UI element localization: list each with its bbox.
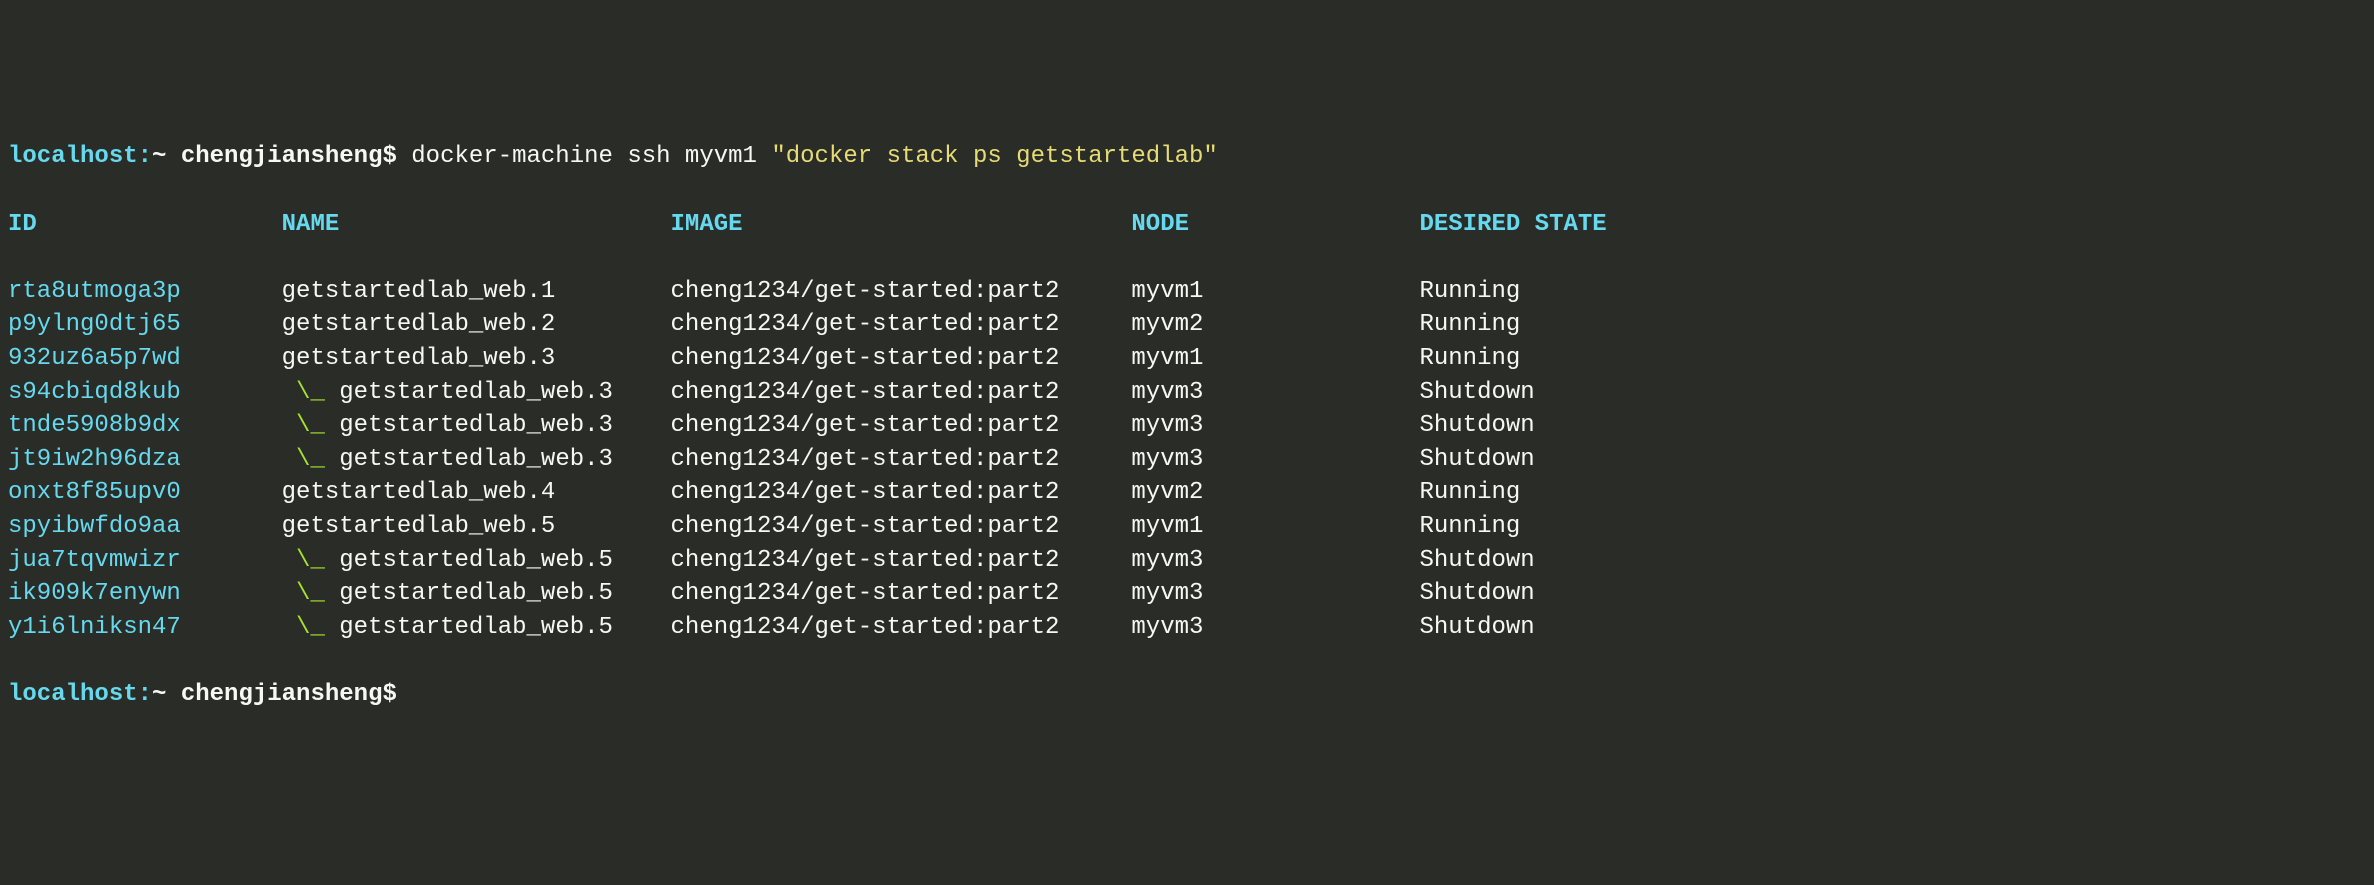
row-desired-state: Shutdown <box>1419 580 1534 607</box>
tree-branch-icon: \_ <box>282 580 325 607</box>
col-name-header: NAME <box>282 211 671 238</box>
row-desired-state: Running <box>1419 345 1520 372</box>
row-node: myvm2 <box>1131 311 1419 338</box>
row-image: cheng1234/get-started:part2 <box>671 278 1132 305</box>
col-node-header: NODE <box>1131 211 1419 238</box>
row-desired-state: Running <box>1419 513 1520 540</box>
row-desired-state: Running <box>1419 278 1520 305</box>
row-name: \_ getstartedlab_web.3 <box>282 412 671 439</box>
row-image: cheng1234/get-started:part2 <box>671 311 1132 338</box>
row-name: \_ getstartedlab_web.3 <box>282 446 671 473</box>
table-row: y1i6lniksn47 \_ getstartedlab_web.5 chen… <box>8 611 2366 645</box>
prompt-quoted: "docker stack ps getstartedlab" <box>771 143 1217 170</box>
row-id: y1i6lniksn47 <box>8 614 282 641</box>
col-image-header: IMAGE <box>671 211 1132 238</box>
table-row: onxt8f85upv0 getstartedlab_web.4 cheng12… <box>8 476 2366 510</box>
row-image: cheng1234/get-started:part2 <box>671 479 1132 506</box>
table-row: spyibwfdo9aa getstartedlab_web.5 cheng12… <box>8 510 2366 544</box>
tree-branch-icon: \_ <box>282 547 325 574</box>
prompt-line-1[interactable]: localhost:~ chengjiansheng$ docker-machi… <box>8 140 2366 174</box>
row-id: p9ylng0dtj65 <box>8 311 282 338</box>
row-name: getstartedlab_web.2 <box>282 311 671 338</box>
row-image: cheng1234/get-started:part2 <box>671 513 1132 540</box>
row-id: rta8utmoga3p <box>8 278 282 305</box>
row-node: myvm1 <box>1131 345 1419 372</box>
prompt-user: chengjiansheng$ <box>166 143 411 170</box>
table-row: jua7tqvmwizr \_ getstartedlab_web.5 chen… <box>8 544 2366 578</box>
row-name: getstartedlab_web.5 <box>282 513 671 540</box>
row-name: getstartedlab_web.4 <box>282 479 671 506</box>
row-desired-state: Running <box>1419 311 1520 338</box>
tree-branch-icon: \_ <box>282 379 325 406</box>
row-name: \_ getstartedlab_web.5 <box>282 580 671 607</box>
row-desired-state: Shutdown <box>1419 446 1534 473</box>
row-node: myvm2 <box>1131 479 1419 506</box>
prompt-host: localhost: <box>8 681 152 708</box>
row-name: \_ getstartedlab_web.5 <box>282 547 671 574</box>
row-desired-state: Shutdown <box>1419 547 1534 574</box>
row-id: onxt8f85upv0 <box>8 479 282 506</box>
row-desired-state: Shutdown <box>1419 379 1534 406</box>
table-row: ik909k7enywn \_ getstartedlab_web.5 chen… <box>8 577 2366 611</box>
row-image: cheng1234/get-started:part2 <box>671 345 1132 372</box>
row-desired-state: Shutdown <box>1419 412 1534 439</box>
table-row: tnde5908b9dx \_ getstartedlab_web.3 chen… <box>8 409 2366 443</box>
row-node: myvm3 <box>1131 614 1419 641</box>
tree-branch-icon: \_ <box>282 614 325 641</box>
tree-branch-icon: \_ <box>282 412 325 439</box>
col-desired-header: DESIRED STATE <box>1419 211 1606 238</box>
prompt-tilde: ~ <box>152 143 166 170</box>
col-id-header: ID <box>8 211 282 238</box>
row-node: myvm3 <box>1131 547 1419 574</box>
row-id: ik909k7enywn <box>8 580 282 607</box>
row-node: myvm1 <box>1131 278 1419 305</box>
table-row: p9ylng0dtj65 getstartedlab_web.2 cheng12… <box>8 308 2366 342</box>
row-id: tnde5908b9dx <box>8 412 282 439</box>
prompt-cmd: docker-machine ssh myvm1 <box>411 143 771 170</box>
row-image: cheng1234/get-started:part2 <box>671 580 1132 607</box>
table-row: 932uz6a5p7wd getstartedlab_web.3 cheng12… <box>8 342 2366 376</box>
row-node: myvm1 <box>1131 513 1419 540</box>
row-id: 932uz6a5p7wd <box>8 345 282 372</box>
row-image: cheng1234/get-started:part2 <box>671 412 1132 439</box>
row-desired-state: Running <box>1419 479 1520 506</box>
table-row: s94cbiqd8kub \_ getstartedlab_web.3 chen… <box>8 376 2366 410</box>
row-desired-state: Shutdown <box>1419 614 1534 641</box>
row-node: myvm3 <box>1131 412 1419 439</box>
row-node: myvm3 <box>1131 580 1419 607</box>
table-row: rta8utmoga3p getstartedlab_web.1 cheng12… <box>8 275 2366 309</box>
row-image: cheng1234/get-started:part2 <box>671 547 1132 574</box>
row-image: cheng1234/get-started:part2 <box>671 446 1132 473</box>
row-name: getstartedlab_web.3 <box>282 345 671 372</box>
row-name: \_ getstartedlab_web.3 <box>282 379 671 406</box>
table-header: ID NAME IMAGE NODE DESIRED STATE <box>8 208 2366 242</box>
prompt-host: localhost: <box>8 143 152 170</box>
row-id: jt9iw2h96dza <box>8 446 282 473</box>
tree-branch-icon: \_ <box>282 446 325 473</box>
table-row: jt9iw2h96dza \_ getstartedlab_web.3 chen… <box>8 443 2366 477</box>
row-id: spyibwfdo9aa <box>8 513 282 540</box>
prompt-tilde: ~ <box>152 681 166 708</box>
row-name: getstartedlab_web.1 <box>282 278 671 305</box>
row-id: s94cbiqd8kub <box>8 379 282 406</box>
row-image: cheng1234/get-started:part2 <box>671 614 1132 641</box>
row-node: myvm3 <box>1131 379 1419 406</box>
row-node: myvm3 <box>1131 446 1419 473</box>
prompt-user: chengjiansheng$ <box>166 681 396 708</box>
row-image: cheng1234/get-started:part2 <box>671 379 1132 406</box>
prompt-line-2[interactable]: localhost:~ chengjiansheng$ <box>8 678 2366 712</box>
row-name: \_ getstartedlab_web.5 <box>282 614 671 641</box>
row-id: jua7tqvmwizr <box>8 547 282 574</box>
